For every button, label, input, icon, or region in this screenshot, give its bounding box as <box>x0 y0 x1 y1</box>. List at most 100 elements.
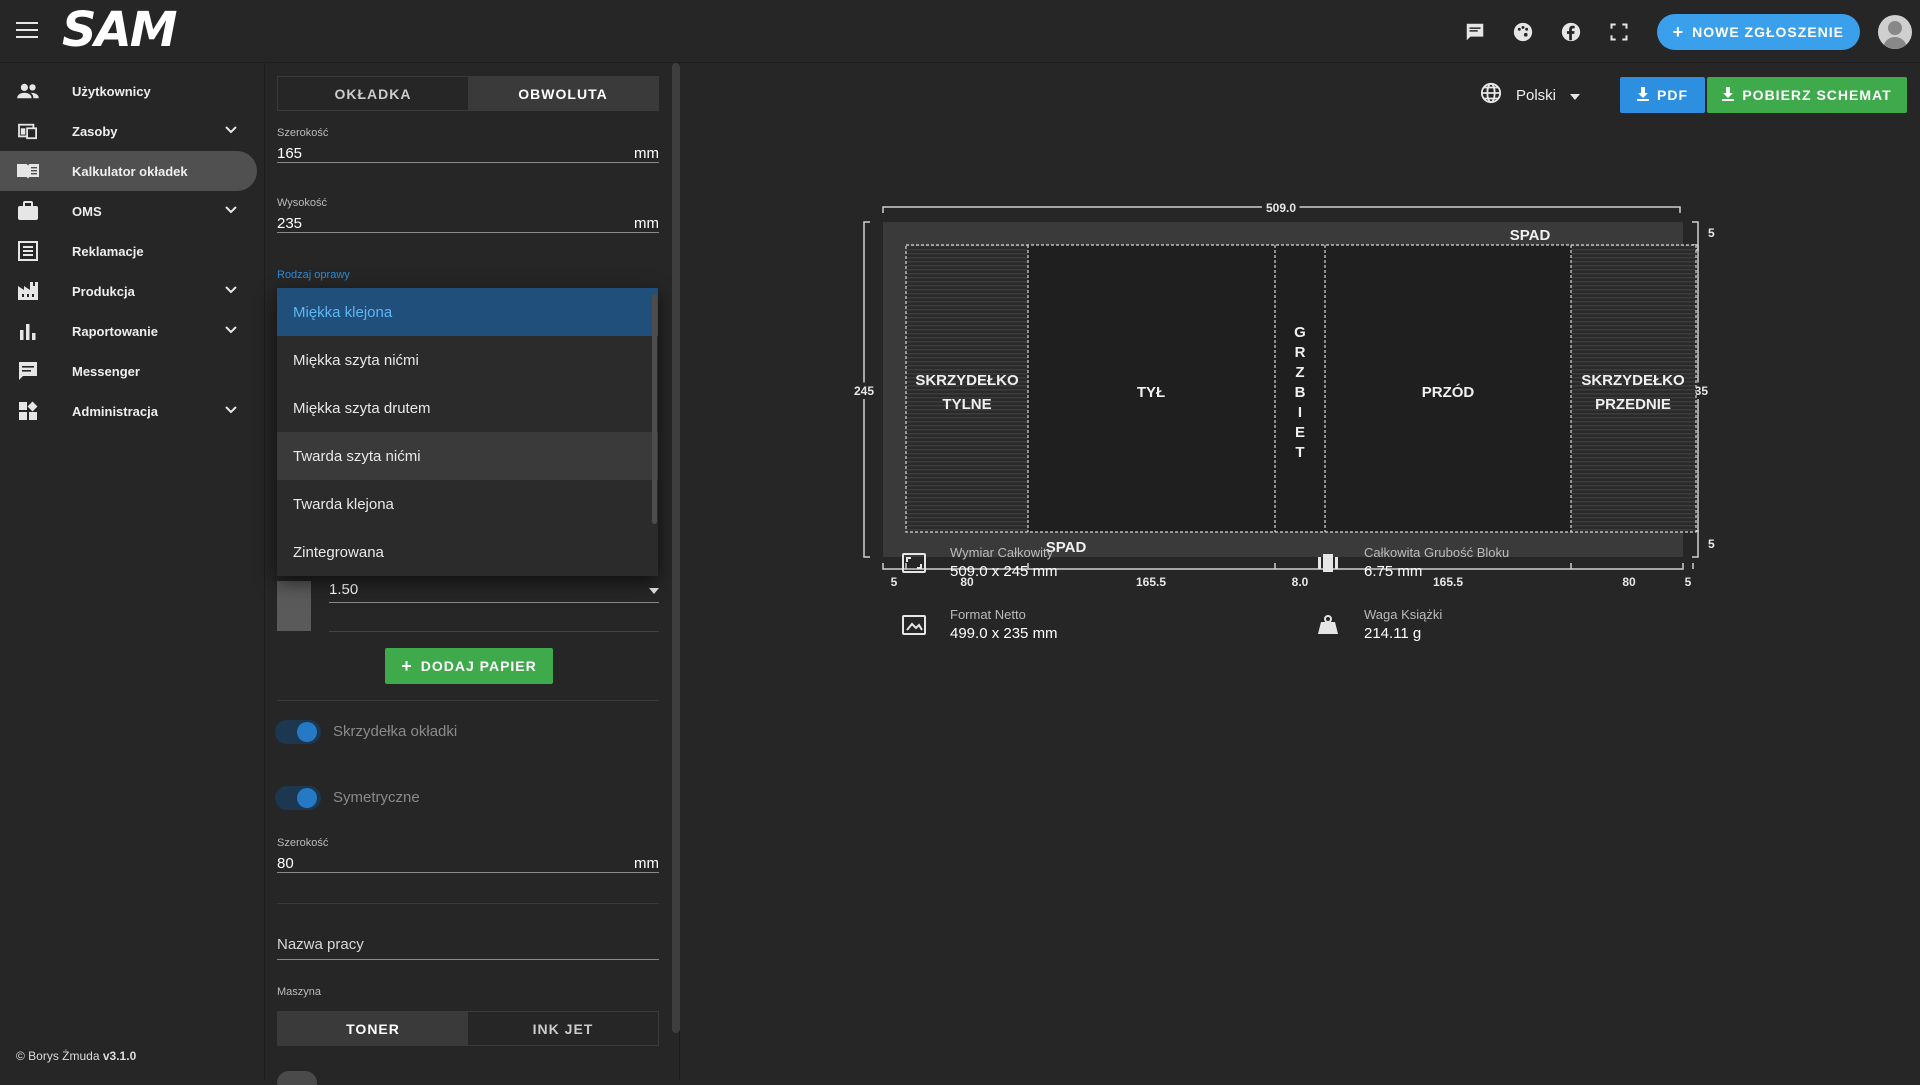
message-icon <box>16 359 40 383</box>
chevron-down-icon <box>224 403 238 418</box>
info-book-weight: Waga Książki 214.11 g <box>1314 607 1442 642</box>
binding-option[interactable]: Zintegrowana <box>277 528 658 576</box>
language-select[interactable]: Polski <box>1480 77 1581 113</box>
dim-spine: 8.0 <box>1292 575 1309 589</box>
flap-front-label-1: SKRZYDEŁKO <box>1581 372 1685 389</box>
dim-bleed-right: 5 <box>1685 575 1692 589</box>
globe-icon <box>1480 82 1502 108</box>
flaps-toggle-label: Skrzydełka okładki <box>333 723 458 740</box>
cover-type-tabs: OKŁADKA OBWOLUTA <box>277 76 659 111</box>
sidebar-item-label: Użytkownicy <box>72 83 151 99</box>
binding-option[interactable]: Miękka szyta nićmi <box>277 336 658 384</box>
list-icon <box>16 239 40 263</box>
divider <box>329 631 659 632</box>
tab-toner[interactable]: TONER <box>278 1012 468 1045</box>
logo-text: SAM <box>62 2 177 58</box>
add-paper-button[interactable]: + DODAJ PAPIER <box>385 648 553 684</box>
sidebar-item-oms[interactable]: OMS <box>0 191 264 231</box>
symmetric-toggle[interactable] <box>275 786 325 810</box>
copyright-text: © Borys Żmuda <box>16 1049 100 1063</box>
sidebar-item-administration[interactable]: Administracja <box>0 391 264 431</box>
download-schema-button[interactable]: POBIERZ SCHEMAT <box>1707 77 1907 113</box>
sidebar-item-messenger[interactable]: Messenger <box>0 351 264 391</box>
tab-ink-jet[interactable]: INK JET <box>468 1012 658 1045</box>
bar-chart-icon <box>16 319 40 343</box>
download-icon <box>1637 86 1649 104</box>
sidebar-item-label: Administracja <box>72 403 158 419</box>
dim-bleed-left: 5 <box>891 575 898 589</box>
aspect-ratio-icon <box>900 549 928 577</box>
flap-width-field[interactable]: Szerokość 80 mm <box>277 837 659 873</box>
sidebar-item-reporting[interactable]: Raportowanie <box>0 311 264 351</box>
panel-scrollbar[interactable] <box>672 63 680 1033</box>
binding-option[interactable]: Miękka klejona <box>277 288 658 336</box>
height-unit: mm <box>634 215 659 232</box>
plus-icon: + <box>1672 22 1685 42</box>
weight-icon <box>1314 611 1342 639</box>
flap-front-label-2: PRZEDNIE <box>1595 396 1671 413</box>
settings-panel: OKŁADKA OBWOLUTA Szerokość 165 mm Wysokoś… <box>265 63 680 1085</box>
sidebar-item-users[interactable]: Użytkownicy <box>0 71 264 111</box>
sidebar-item-label: Raportowanie <box>72 323 158 339</box>
height-field[interactable]: Wysokość 235 mm <box>277 197 659 233</box>
symmetric-toggle-label: Symetryczne <box>333 789 420 806</box>
info-label: Waga Książki <box>1364 607 1443 622</box>
user-avatar[interactable] <box>1878 15 1912 49</box>
chat-icon[interactable] <box>1459 16 1491 48</box>
sidebar-item-cover-calculator[interactable]: Kalkulator okładek <box>0 151 257 191</box>
plus-icon: + <box>401 656 413 676</box>
sidebar-item-production[interactable]: Produkcja <box>0 271 264 311</box>
briefcase-icon <box>16 199 40 223</box>
caret-down-icon <box>1570 87 1581 104</box>
admin-icon <box>16 399 40 423</box>
binding-option[interactable]: Twarda szyta nićmi <box>277 432 658 480</box>
cover-diagram: 509.0 245 235 5 5 SPAD SPAD SKRZYDEŁKO T… <box>850 197 1715 589</box>
spine-letter: R <box>1295 344 1306 361</box>
pdf-button[interactable]: PDF <box>1620 77 1705 113</box>
sidebar-item-label: Produkcja <box>72 283 135 299</box>
app-logo[interactable]: SAM <box>62 2 177 58</box>
tab-cover[interactable]: OKŁADKA <box>278 77 468 110</box>
facebook-icon[interactable] <box>1555 16 1587 48</box>
tab-dust-jacket[interactable]: OBWOLUTA <box>468 77 658 110</box>
sidebar-item-resources[interactable]: Zasoby <box>0 111 264 151</box>
spine-letter: I <box>1298 404 1302 421</box>
flap-width-value: 80 <box>277 855 294 872</box>
binding-option[interactable]: Miękka szyta drutem <box>277 384 658 432</box>
dim-back: 165.5 <box>1136 575 1166 589</box>
chevron-down-icon <box>224 203 238 218</box>
menu-icon[interactable] <box>16 22 38 38</box>
paper-weight-select[interactable]: 1.50 <box>329 577 659 603</box>
width-unit: mm <box>634 145 659 162</box>
flaps-toggle[interactable] <box>275 720 325 744</box>
divider <box>277 903 659 904</box>
book-icon <box>16 159 40 183</box>
info-value: 509.0 x 245 mm <box>950 563 1058 580</box>
sidebar-item-complaints[interactable]: Reklamacje <box>0 231 264 271</box>
job-name-input[interactable]: Nazwa pracy <box>277 936 659 960</box>
users-icon <box>16 79 40 103</box>
preview-area: Polski PDF POBIERZ SCHEMAT 509.0 245 235… <box>680 63 1920 1080</box>
sidebar: Użytkownicy Zasoby Kalkulator okładek OM… <box>0 63 265 1080</box>
flap-width-unit: mm <box>634 855 659 872</box>
thickness-icon <box>1314 549 1342 577</box>
fullscreen-icon[interactable] <box>1603 16 1635 48</box>
binding-option[interactable]: Twarda klejona <box>277 480 658 528</box>
width-field[interactable]: Szerokość 165 mm <box>277 127 659 163</box>
binding-type-dropdown: Miękka klejona Miękka szyta nićmi Miękka… <box>277 288 658 576</box>
dim-flap-front: 80 <box>1622 575 1636 589</box>
theme-palette-icon[interactable] <box>1507 16 1539 48</box>
spine-letter: T <box>1295 444 1304 461</box>
chevron-down-icon <box>224 283 238 298</box>
dropdown-scrollbar[interactable] <box>652 294 657 524</box>
download-icon <box>1722 86 1735 104</box>
paper-color-swatch[interactable] <box>277 581 311 631</box>
machine-label: Maszyna <box>277 986 322 998</box>
sidebar-item-label: Zasoby <box>72 123 118 139</box>
info-value: 499.0 x 235 mm <box>950 625 1058 642</box>
chevron-down-icon <box>224 123 238 138</box>
toggle-partial[interactable] <box>277 1071 317 1085</box>
new-request-button[interactable]: + NOWE ZGŁOSZENIE <box>1656 14 1860 50</box>
flap-back-label-2: TYLNE <box>942 396 991 413</box>
front-label: PRZÓD <box>1422 383 1475 401</box>
